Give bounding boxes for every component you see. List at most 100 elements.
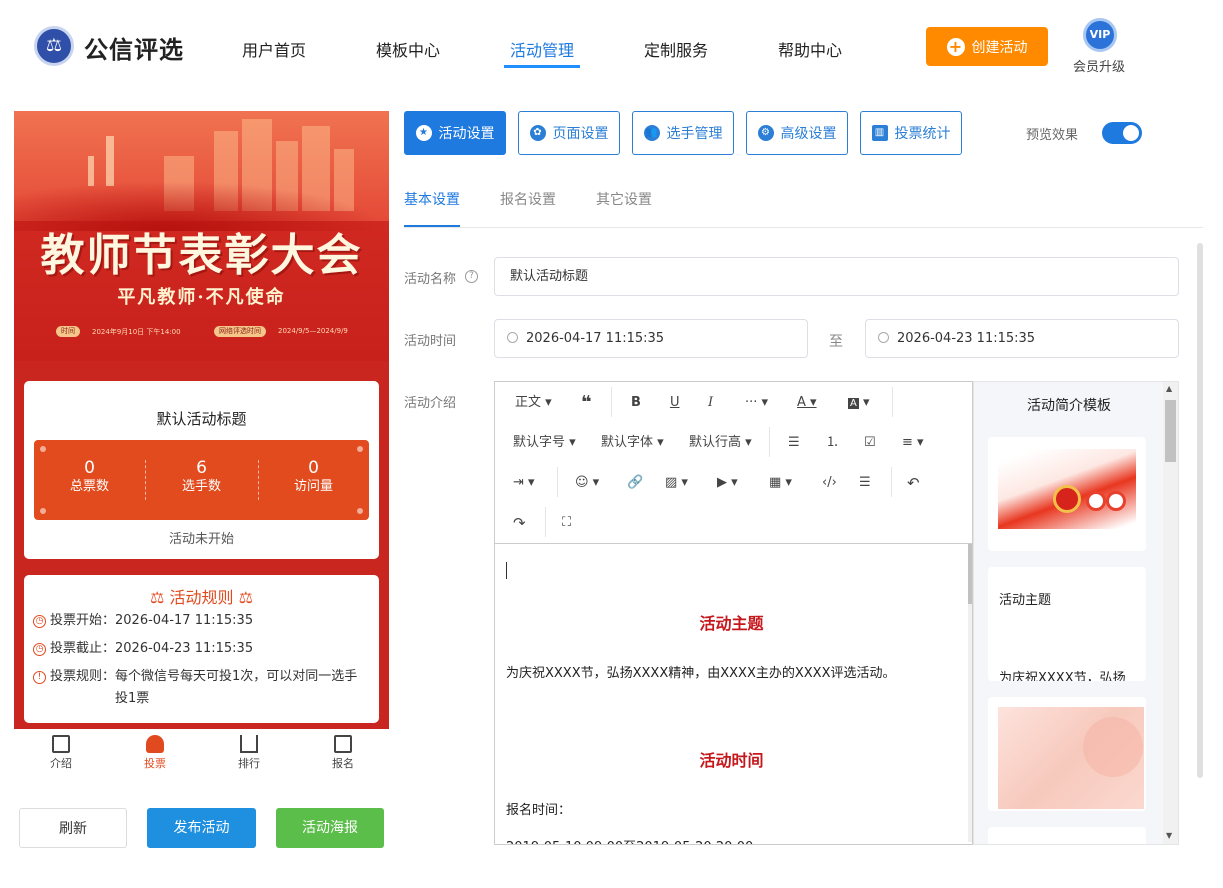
bullet-list-icon[interactable]: ☰: [788, 435, 800, 451]
template-card[interactable]: [988, 437, 1146, 551]
tab-ranking[interactable]: 排行: [202, 729, 296, 771]
divider-line-icon[interactable]: ☰: [859, 475, 871, 491]
tab-label: 页面设置: [552, 126, 609, 142]
end-time-input[interactable]: 2026-04-23 11:15:35: [865, 319, 1179, 358]
more-styles-icon[interactable]: ··· ▾: [745, 395, 768, 411]
plus-icon: +: [946, 37, 965, 56]
rule-vote-end: ◷ 投票截止： 2026-04-23 11:15:35: [33, 638, 253, 660]
activity-name-input[interactable]: 默认活动标题: [494, 257, 1179, 296]
numbered-list-icon[interactable]: ⒈: [826, 435, 839, 451]
tab-contestant-management[interactable]: 👥 选手管理: [632, 111, 734, 155]
undo-icon[interactable]: ↶: [907, 475, 920, 491]
font-color-icon[interactable]: A ▾: [797, 395, 817, 411]
underline-icon[interactable]: U: [670, 395, 680, 411]
indent-icon[interactable]: ⇥ ▾: [513, 475, 535, 491]
settings-scrollbar[interactable]: [1197, 243, 1203, 778]
users-icon: 👥: [643, 125, 660, 141]
rules-card: ⚖ 活动规则 ⚖ ◷ 投票开始： 2026-04-17 11:15:35 ◷ 投票…: [24, 575, 379, 723]
tab-page-settings[interactable]: ✿ 页面设置: [518, 111, 620, 155]
number-zero-shape: [1086, 491, 1106, 511]
blockquote-icon[interactable]: ❝: [581, 394, 592, 412]
tab-signup[interactable]: 报名: [296, 729, 390, 771]
stat-label: 总票数: [69, 479, 109, 494]
template-card[interactable]: [988, 697, 1146, 811]
italic-icon[interactable]: I: [708, 395, 713, 411]
subtab-basic-settings[interactable]: 基本设置: [404, 189, 460, 209]
flower-icon: ✿: [529, 125, 546, 141]
paragraph-format-label: 正文: [515, 395, 542, 410]
subtab-signup-settings[interactable]: 报名设置: [500, 189, 556, 209]
mobile-preview: 教师节表彰大会 平凡教师·不凡使命 时间 2024年9月10日 下午14:00 …: [14, 111, 389, 729]
editor-scrollbar-thumb[interactable]: [968, 544, 972, 604]
start-time-input[interactable]: 2026-04-17 11:15:35: [494, 319, 808, 358]
banner-date-voting: 2024/9/5—2024/9/9: [278, 327, 348, 335]
activity-time-label: 活动时间: [404, 334, 457, 349]
stat-contestants: 6 选手数: [146, 458, 257, 496]
template-card-text: 为庆祝XXXX节，弘扬: [999, 671, 1126, 681]
redo-icon[interactable]: ↷: [513, 515, 526, 531]
tab-intro[interactable]: 介绍: [14, 729, 108, 771]
preview-effect-toggle[interactable]: [1102, 122, 1142, 144]
tab-activity-settings[interactable]: ★ 活动设置: [404, 111, 506, 155]
nav-item-custom-service[interactable]: 定制服务: [644, 37, 708, 61]
banner-tag-time: 时间: [56, 326, 80, 337]
brand-name[interactable]: 公信评选: [84, 30, 184, 65]
create-activity-button[interactable]: + 创建活动: [926, 27, 1048, 66]
stats-panel: 0 总票数 6 选手数 0 访问量: [34, 440, 369, 520]
tab-label: 选手管理: [666, 126, 723, 142]
scales-of-justice-icon[interactable]: ⚖: [34, 26, 74, 66]
teacher-silhouette: [106, 136, 114, 186]
publish-activity-button[interactable]: 发布活动: [147, 808, 256, 848]
activity-banner: 教师节表彰大会 平凡教师·不凡使命 时间 2024年9月10日 下午14:00 …: [14, 111, 389, 361]
image-icon[interactable]: ▨ ▾: [665, 475, 688, 491]
stat-label: 访问量: [293, 479, 333, 494]
todo-checkbox-icon[interactable]: ☑: [864, 435, 876, 451]
preview-tab-bar: 介绍 投票 排行 报名: [14, 729, 389, 779]
help-question-icon[interactable]: ?: [465, 270, 478, 283]
scroll-down-arrow-icon[interactable]: ▼: [1166, 831, 1172, 840]
member-upgrade-link[interactable]: 会员升级: [1073, 56, 1125, 75]
fullscreen-icon[interactable]: ⛶: [562, 515, 571, 531]
clock-icon: ◷: [33, 643, 46, 656]
template-card[interactable]: 活动主题 为庆祝XXXX节，弘扬: [988, 567, 1146, 681]
template-scrollbar-thumb[interactable]: [1165, 400, 1176, 462]
document-icon: [52, 735, 70, 753]
tab-advanced-settings[interactable]: ⚙ 高级设置: [746, 111, 848, 155]
tab-vote-statistics[interactable]: ▥ 投票统计: [860, 111, 962, 155]
nav-item-activity-management[interactable]: 活动管理: [510, 37, 574, 61]
code-icon[interactable]: ‹/›: [822, 475, 837, 491]
content-heading: 活动主题: [699, 614, 764, 633]
subtab-divider: [404, 227, 1203, 228]
line-height-dropdown[interactable]: 默认行高 ▾: [689, 435, 752, 451]
toolbar-separator: [545, 507, 546, 537]
tab-label: 排行: [238, 757, 260, 770]
editor-toolbar: 正文 ▾ ❝ B U I ··· ▾ A ▾ A ▾ 默认字号 ▾ 默认字体 ▾…: [495, 382, 972, 544]
tab-label: 介绍: [50, 757, 72, 770]
subtab-other-settings[interactable]: 其它设置: [596, 189, 652, 209]
activity-poster-button[interactable]: 活动海报: [276, 808, 384, 848]
background-color-icon[interactable]: A ▾: [848, 395, 870, 412]
table-icon[interactable]: ▦ ▾: [769, 475, 792, 491]
stat-label: 选手数: [181, 479, 221, 494]
nav-active-indicator: [504, 65, 580, 68]
tab-vote[interactable]: 投票: [108, 729, 202, 771]
nav-item-home[interactable]: 用户首页: [242, 37, 306, 61]
emoji-icon[interactable]: ☺ ▾: [575, 475, 599, 491]
tab-label: 投票统计: [894, 126, 951, 142]
rule-label: 投票开始：: [50, 613, 116, 628]
video-icon[interactable]: ▶ ▾: [717, 475, 738, 491]
align-icon[interactable]: ≡ ▾: [902, 435, 924, 451]
bold-icon[interactable]: B: [631, 395, 641, 411]
font-family-dropdown[interactable]: 默认字体 ▾: [601, 435, 664, 451]
editor-content-area[interactable]: 活动主题 为庆祝XXXX节，弘扬XXXX精神，由XXXX主办的XXXX评选活动。…: [495, 544, 968, 844]
paragraph-format-dropdown[interactable]: 正文 ▾: [515, 395, 552, 411]
font-size-dropdown[interactable]: 默认字号 ▾: [513, 435, 576, 451]
template-panel-title: 活动简介模板: [1027, 398, 1111, 414]
nav-item-templates[interactable]: 模板中心: [376, 37, 440, 61]
scroll-up-arrow-icon[interactable]: ▲: [1166, 384, 1172, 393]
vip-icon[interactable]: VIP: [1083, 18, 1117, 52]
nav-item-help[interactable]: 帮助中心: [778, 37, 842, 61]
refresh-button[interactable]: 刷新: [19, 808, 127, 848]
link-icon[interactable]: 🔗: [627, 475, 643, 491]
template-card[interactable]: [988, 827, 1146, 844]
